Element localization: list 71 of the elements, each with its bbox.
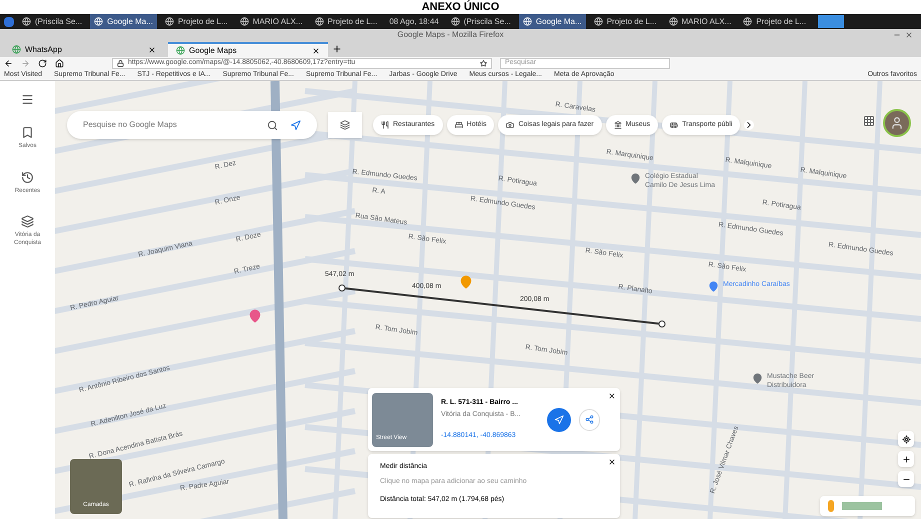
zoom-in-button[interactable] <box>898 451 914 467</box>
forward-icon[interactable] <box>21 59 30 68</box>
place-pin-icon[interactable] <box>630 173 641 184</box>
app-icon <box>164 17 174 26</box>
locate-icon <box>902 434 910 444</box>
layers-icon <box>340 120 350 130</box>
user-silhouette-icon <box>890 116 904 130</box>
museum-icon <box>614 121 622 129</box>
app-icon <box>594 17 603 26</box>
app-icon <box>522 17 532 26</box>
taskbar-item[interactable]: MARIO ALX... <box>236 14 307 29</box>
document-heading: ANEXO ÚNICO <box>422 0 500 14</box>
back-icon[interactable] <box>4 59 13 68</box>
map-type-thumbnail[interactable] <box>842 502 882 510</box>
share-button[interactable] <box>578 408 600 430</box>
layer-toggle[interactable] <box>328 112 362 138</box>
browser-tab[interactable]: WhatsApp <box>4 42 164 57</box>
bed-icon <box>454 121 463 129</box>
zoom-out-button[interactable] <box>898 471 914 487</box>
camera-icon <box>506 121 514 129</box>
app-icon <box>743 17 752 26</box>
place-pin-icon[interactable] <box>752 373 763 384</box>
reload-icon[interactable] <box>38 59 47 68</box>
share-icon <box>584 415 594 424</box>
directions-icon[interactable] <box>290 120 301 130</box>
taskbar-item[interactable]: Projeto de L... <box>739 14 810 29</box>
tab-icon <box>12 45 21 54</box>
menu-icon[interactable] <box>21 93 34 106</box>
lock-icon <box>117 60 124 67</box>
bookmark-icon <box>21 126 34 139</box>
taskbar-item[interactable]: Projeto de L... <box>160 14 232 29</box>
app-icon <box>240 17 249 26</box>
taskbar-item[interactable]: Google Ma... <box>518 14 586 29</box>
start-menu-icon[interactable] <box>4 16 14 26</box>
taskbar-item[interactable]: MARIO ALX... <box>664 14 736 29</box>
app-icon <box>94 17 104 26</box>
taskbar-item[interactable]: Google Ma... <box>90 14 157 29</box>
close-icon[interactable] <box>608 458 616 466</box>
directions-icon <box>554 414 564 424</box>
taskbar-item[interactable]: (Priscila Se... <box>446 14 515 29</box>
tab-icon <box>176 46 185 55</box>
app-icon <box>450 17 460 26</box>
home-icon[interactable] <box>55 59 64 68</box>
history-icon <box>21 170 34 184</box>
bus-icon <box>670 121 678 129</box>
app-icon <box>22 17 31 26</box>
utensils-icon <box>381 121 389 129</box>
search-icon[interactable] <box>267 120 278 130</box>
avatar[interactable] <box>883 109 911 137</box>
taskbar-item[interactable]: Projeto de L... <box>590 14 660 29</box>
taskbar-item[interactable]: (Priscila Se... <box>18 14 86 29</box>
search-field[interactable]: Pesquise no Google Maps <box>67 111 317 139</box>
app-icon <box>668 17 678 26</box>
directions-button[interactable] <box>547 408 571 432</box>
more-chips-icon[interactable] <box>744 120 754 130</box>
taskbar-clock: 08 Ago, 18:44 <box>388 16 440 28</box>
new-tab-icon[interactable] <box>332 44 342 54</box>
app-icon <box>314 17 324 26</box>
taskbar-item[interactable]: Projeto de L... <box>310 14 382 29</box>
bookmark-star-icon[interactable] <box>480 60 487 67</box>
apps-grid-icon[interactable] <box>863 115 875 127</box>
close-tab-icon[interactable] <box>148 46 156 54</box>
my-location-button[interactable] <box>898 431 914 447</box>
close-tab-icon[interactable] <box>312 46 320 54</box>
map-pin-icon[interactable] <box>248 309 262 323</box>
window-title: Google Maps - Mozilla Firefox <box>397 29 504 41</box>
close-icon[interactable] <box>608 392 616 400</box>
plus-icon <box>902 454 910 464</box>
browser-tab[interactable]: Google Maps <box>168 42 328 57</box>
layers-icon <box>21 215 34 228</box>
place-pin-icon[interactable] <box>708 281 719 292</box>
